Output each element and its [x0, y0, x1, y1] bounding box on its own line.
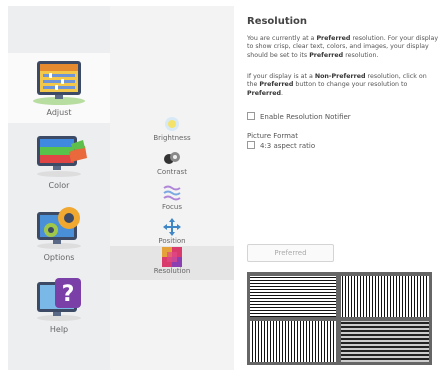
category-label: Adjust [46, 108, 72, 117]
category-adjust[interactable]: Adjust [8, 53, 110, 123]
subitem-label: Focus [162, 203, 182, 211]
svg-text:?: ? [62, 282, 75, 307]
checkbox-box[interactable] [247, 141, 255, 149]
checkbox-box[interactable] [247, 112, 255, 120]
color-icon [37, 136, 87, 177]
resolution-help-text: If your display is at a Non-Preferred re… [247, 73, 427, 97]
brightness-icon [165, 117, 179, 131]
focus-icon [163, 185, 181, 201]
preferred-button[interactable]: Preferred [247, 244, 334, 262]
subitem-resolution[interactable]: Resolution [110, 246, 234, 280]
category-help[interactable]: ? Help [8, 270, 110, 340]
aspect-ratio-checkbox[interactable]: 4:3 aspect ratio [247, 141, 315, 150]
category-label: Options [43, 253, 75, 262]
enable-resolution-notifier-checkbox[interactable]: Enable Resolution Notifier [247, 112, 351, 121]
subitem-focus[interactable]: Focus [110, 182, 234, 216]
subitem-label: Resolution [153, 267, 191, 275]
picture-format-label: Picture Format [247, 132, 298, 140]
category-options[interactable]: Options [8, 198, 110, 268]
subitem-brightness[interactable]: Brightness [110, 113, 234, 147]
options-icon [37, 207, 81, 249]
subitem-list: Brightness Contrast Focus Position Resol… [110, 6, 234, 370]
adjust-icon [33, 61, 85, 105]
category-color[interactable]: Color [8, 126, 110, 196]
position-icon [163, 218, 181, 236]
help-icon: ? [37, 278, 81, 321]
subitem-label: Brightness [153, 134, 191, 142]
display-tune-window: Adjust Color Options ? Help Brightness C… [0, 0, 446, 376]
category-label: Help [49, 325, 69, 334]
content-pane: Resolution You are currently at a Prefer… [240, 6, 440, 370]
resolution-status-text: You are currently at a Preferred resolut… [247, 35, 439, 59]
subitem-label: Position [158, 237, 186, 245]
subitem-label: Contrast [157, 168, 187, 176]
subitem-position[interactable]: Position [110, 216, 234, 250]
category-label: Color [48, 181, 70, 190]
subitem-contrast[interactable]: Contrast [110, 147, 234, 181]
contrast-icon [164, 152, 180, 164]
page-title: Resolution [247, 16, 308, 27]
resolution-icon [162, 247, 182, 267]
test-pattern-image [247, 272, 432, 365]
checkbox-label: Enable Resolution Notifier [260, 113, 351, 121]
checkbox-label: 4:3 aspect ratio [260, 142, 316, 150]
category-sidebar: Adjust Color Options ? Help [8, 6, 110, 370]
resolution-test-pattern [247, 272, 432, 365]
